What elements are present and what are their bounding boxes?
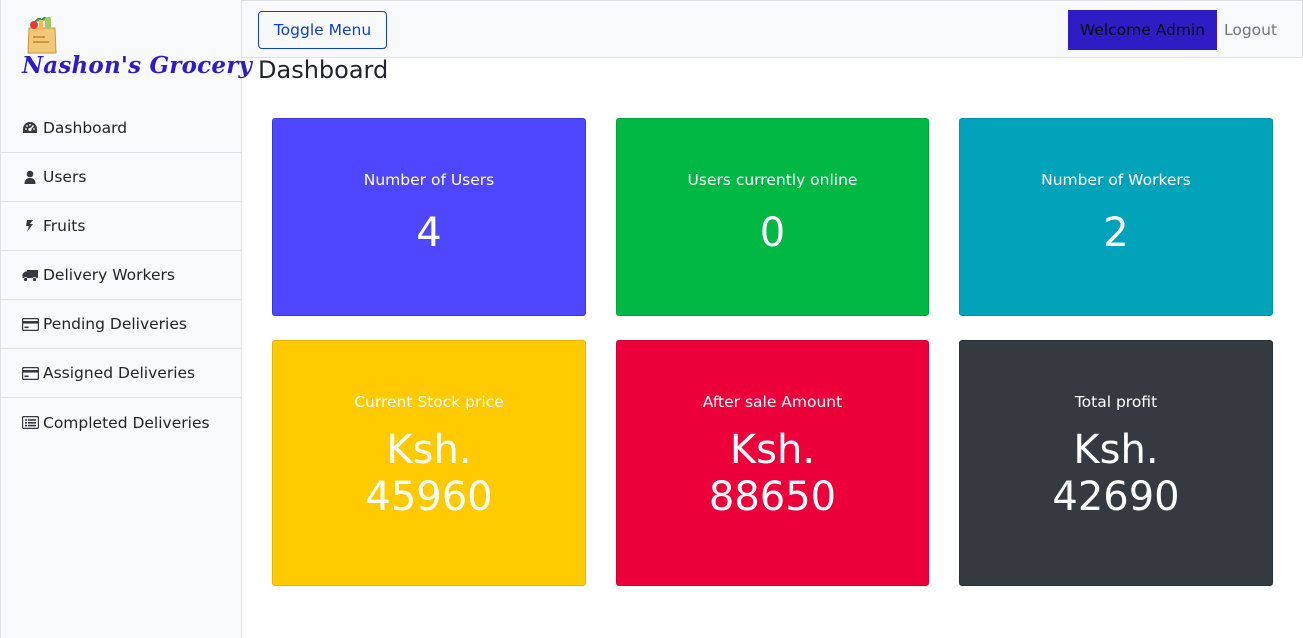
page-title: Dashboard	[258, 56, 389, 84]
sidebar-item-label: Delivery Workers	[43, 266, 175, 284]
tachometer-icon	[21, 121, 39, 135]
card-value: 0	[759, 210, 786, 256]
toggle-menu-button[interactable]: Toggle Menu	[258, 11, 387, 49]
card-users-online: Users currently online 0	[616, 118, 929, 316]
card-value: 2	[1103, 210, 1129, 256]
sidebar-item-label: Pending Deliveries	[43, 315, 187, 333]
user-icon	[21, 170, 39, 184]
card-value-amount: 88650	[708, 474, 837, 520]
list-alt-icon	[21, 416, 39, 430]
card-label: Current Stock price	[354, 393, 504, 411]
card-total-profit: Total profit Ksh. 42690	[959, 340, 1273, 586]
card-value: Ksh. 88650	[709, 427, 836, 521]
brand[interactable]: Nashon's Grocery	[1, 0, 252, 104]
sidebar-item-fruits[interactable]: Fruits	[1, 202, 241, 251]
topbar: Toggle Menu Welcome Admin Logout	[242, 0, 1303, 58]
sidebar-item-dashboard[interactable]: Dashboard	[1, 104, 241, 153]
sidebar-item-label: Dashboard	[43, 119, 128, 137]
card-value-amount: 42690	[1052, 474, 1180, 520]
card-value-prefix: Ksh.	[1073, 427, 1159, 473]
card-number-of-workers: Number of Workers 2	[959, 118, 1273, 316]
credit-card-icon	[21, 317, 39, 331]
credit-card-icon	[21, 366, 39, 380]
sidebar-nav: Dashboard Users Fruits Delivery Workers	[1, 104, 241, 447]
card-value-prefix: Ksh.	[386, 427, 472, 473]
card-number-of-users: Number of Users 4	[272, 118, 586, 316]
sidebar-item-delivery-workers[interactable]: Delivery Workers	[1, 251, 241, 300]
card-current-stock-price: Current Stock price Ksh. 45960	[272, 340, 586, 586]
card-label: Total profit	[1074, 393, 1158, 411]
card-label: After sale Amount	[702, 393, 843, 411]
logout-link[interactable]: Logout	[1224, 10, 1277, 50]
card-after-sale-amount: After sale Amount Ksh. 88650	[616, 340, 929, 586]
fruit-icon	[21, 219, 39, 233]
sidebar-item-users[interactable]: Users	[1, 153, 241, 202]
card-label: Users currently online	[687, 171, 858, 189]
card-label: Number of Users	[363, 171, 495, 189]
welcome-admin-link[interactable]: Welcome Admin	[1068, 10, 1217, 50]
card-value: Ksh. 45960	[365, 427, 492, 521]
card-value: Ksh. 42690	[1052, 427, 1179, 521]
card-value-amount: 45960	[365, 474, 493, 520]
sidebar-item-label: Fruits	[43, 217, 86, 235]
truck-icon	[21, 268, 39, 282]
app-root: Nashon's Grocery Dashboard Users Fruits	[0, 0, 1303, 638]
sidebar-item-completed-deliveries[interactable]: Completed Deliveries	[1, 398, 241, 447]
card-value: 4	[416, 210, 442, 256]
sidebar: Nashon's Grocery Dashboard Users Fruits	[0, 0, 252, 638]
sidebar-item-pending-deliveries[interactable]: Pending Deliveries	[1, 300, 241, 349]
sidebar-item-label: Users	[43, 168, 87, 186]
sidebar-item-assigned-deliveries[interactable]: Assigned Deliveries	[1, 349, 241, 398]
grocery-bag-icon	[25, 14, 59, 54]
brand-name: Nashon's Grocery	[22, 52, 253, 79]
card-value-prefix: Ksh.	[729, 427, 816, 473]
sidebar-item-label: Assigned Deliveries	[43, 364, 196, 382]
card-label: Number of Workers	[1041, 171, 1191, 189]
sidebar-item-label: Completed Deliveries	[43, 413, 210, 432]
